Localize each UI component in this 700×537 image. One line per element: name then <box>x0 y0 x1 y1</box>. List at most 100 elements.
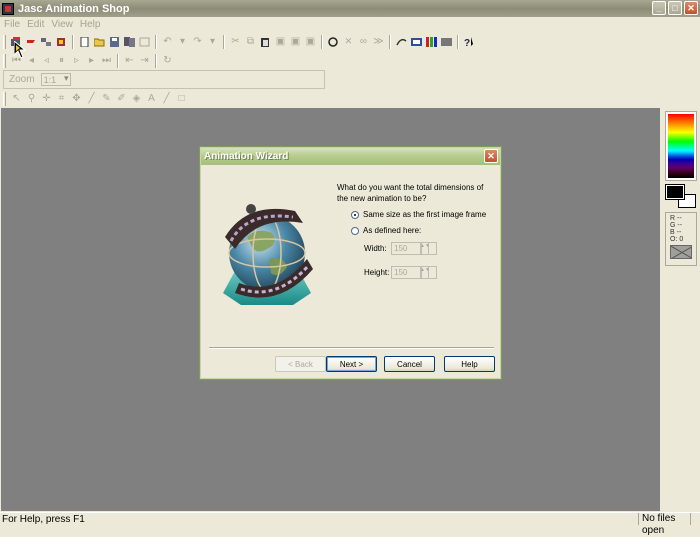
paint-brush-icon[interactable]: ✎ <box>99 91 114 106</box>
paste-after-icon[interactable]: ▣ <box>303 34 318 49</box>
height-row: Height: 150 ▲▼ <box>364 266 437 279</box>
toolbar-grip[interactable] <box>3 53 6 68</box>
radio-same-size[interactable] <box>351 210 359 219</box>
color-info-box: R -- G -- B -- O: 0 <box>665 212 697 266</box>
text-effect-icon[interactable]: ≫ <box>371 34 386 49</box>
crop-tool-icon[interactable]: ⌗ <box>54 91 69 106</box>
copy-icon[interactable]: ⧉ <box>243 34 258 49</box>
color-palette-icon[interactable] <box>424 34 439 49</box>
menu-bar: File Edit View Help <box>0 17 700 31</box>
play-icon[interactable]: ▹ <box>69 53 84 68</box>
view-animation-icon[interactable] <box>394 34 409 49</box>
step-back-icon[interactable]: ⇤ <box>122 53 137 68</box>
paste-new-icon[interactable]: ▣ <box>273 34 288 49</box>
height-arrow-button[interactable] <box>429 266 437 279</box>
arrow-tool-icon[interactable]: ↖ <box>9 91 24 106</box>
help-button[interactable]: Help <box>444 356 495 372</box>
transition-icon[interactable]: ⨯ <box>341 34 356 49</box>
loop-icon[interactable]: ↻ <box>160 53 175 68</box>
dropper-tool-icon[interactable]: ╱ <box>84 91 99 106</box>
globe-filmstrip-image <box>223 204 313 305</box>
vcr-toolbar: ⏮ ◂ ◃ ⏸ ▹ ▸ ⏭ ⇤ ⇥ ↻ <box>0 52 175 69</box>
optimization-wizard-icon[interactable] <box>39 34 54 49</box>
color-preview <box>670 245 692 259</box>
paste-icon[interactable] <box>258 34 273 49</box>
last-frame-icon[interactable]: ⏭ <box>99 53 114 68</box>
dialog-close-button[interactable]: ✕ <box>484 149 498 163</box>
rectangle-tool-icon[interactable]: □ <box>174 91 189 106</box>
cut-icon[interactable]: ✂ <box>228 34 243 49</box>
animation-wizard-dialog: Animation Wizard ✕ What do you want the … <box>199 146 502 380</box>
foreground-background-swatch[interactable] <box>665 184 698 210</box>
toolbar-grip[interactable] <box>3 91 6 106</box>
width-arrow-button[interactable] <box>429 242 437 255</box>
option-same-size-label: Same size as the first image frame <box>363 210 487 219</box>
menu-edit[interactable]: Edit <box>27 19 44 30</box>
frame-properties-icon[interactable] <box>409 34 424 49</box>
menu-help[interactable]: Help <box>80 19 101 30</box>
status-files: No files open <box>638 513 690 536</box>
save-all-icon[interactable] <box>122 34 137 49</box>
eraser-tool-icon[interactable]: ✐ <box>114 91 129 106</box>
dialog-title: Animation Wizard <box>204 151 289 162</box>
pause-icon[interactable]: ⏸ <box>54 53 69 68</box>
jasc-software-icon[interactable] <box>54 34 69 49</box>
effect-icon[interactable]: ∞ <box>356 34 371 49</box>
back-button[interactable]: < Back <box>275 356 326 372</box>
toolbar-separator <box>389 34 391 49</box>
foreground-color[interactable] <box>665 184 685 200</box>
play-backward-icon[interactable]: ◃ <box>39 53 54 68</box>
redo-dropdown-icon[interactable]: ▾ <box>205 34 220 49</box>
flood-fill-icon[interactable]: ◈ <box>129 91 144 106</box>
width-label: Width: <box>364 244 387 253</box>
width-field[interactable]: 150 <box>391 242 421 255</box>
dialog-separator <box>209 347 494 349</box>
status-help-text: For Help, press F1 <box>2 513 85 525</box>
step-forward-icon[interactable]: ⇥ <box>137 53 152 68</box>
toolbar-grip[interactable] <box>3 34 6 49</box>
next-frame-icon[interactable]: ▸ <box>84 53 99 68</box>
line-tool-icon[interactable]: ╱ <box>159 91 174 106</box>
resize-grip[interactable] <box>690 513 700 525</box>
opacity-value: O: 0 <box>670 236 684 243</box>
toolbar-separator <box>155 53 157 68</box>
banner-wizard-icon[interactable] <box>24 34 39 49</box>
previous-frame-icon[interactable]: ◂ <box>24 53 39 68</box>
zoom-select[interactable]: 1:1 <box>40 73 71 86</box>
redo-icon[interactable]: ↷ <box>190 34 205 49</box>
undo-icon[interactable]: ↶ <box>160 34 175 49</box>
option-same-size[interactable]: Same size as the first image frame <box>351 210 486 219</box>
option-defined[interactable]: As defined here: <box>351 226 421 235</box>
help-context-icon[interactable]: ? <box>462 34 477 49</box>
color-picker[interactable] <box>665 111 697 181</box>
height-spinner[interactable]: ▲▼ <box>420 266 430 279</box>
browse-icon[interactable] <box>137 34 152 49</box>
animation-properties-icon[interactable] <box>439 34 454 49</box>
dialog-title-bar: Animation Wizard <box>201 148 500 165</box>
mover-tool-icon[interactable]: ✛ <box>39 91 54 106</box>
cancel-button[interactable]: Cancel <box>384 356 435 372</box>
undo-dropdown-icon[interactable]: ▾ <box>175 34 190 49</box>
minimize-button[interactable]: _ <box>652 1 666 15</box>
open-folder-icon[interactable] <box>92 34 107 49</box>
status-bar: For Help, press F1 No files open <box>0 512 700 536</box>
save-icon[interactable] <box>107 34 122 49</box>
next-button[interactable]: Next > <box>326 356 377 372</box>
width-row: Width: 150 ▲▼ <box>364 242 437 255</box>
radio-defined[interactable] <box>351 226 359 235</box>
new-file-icon[interactable] <box>77 34 92 49</box>
toolbar-separator <box>223 34 225 49</box>
zoom-tool-icon[interactable]: ⚲ <box>24 91 39 106</box>
toolbar-separator <box>72 34 74 49</box>
mouse-cursor-icon <box>14 41 26 59</box>
close-button[interactable]: ✕ <box>684 1 698 15</box>
height-field[interactable]: 150 <box>391 266 421 279</box>
maximize-button[interactable]: □ <box>668 1 682 15</box>
move-tool-icon[interactable]: ✥ <box>69 91 84 106</box>
width-spinner[interactable]: ▲▼ <box>420 242 430 255</box>
menu-view[interactable]: View <box>51 19 73 30</box>
text-tool-icon[interactable]: A <box>144 91 159 106</box>
menu-file[interactable]: File <box>4 19 20 30</box>
insert-frames-icon[interactable] <box>326 34 341 49</box>
paste-before-icon[interactable]: ▣ <box>288 34 303 49</box>
